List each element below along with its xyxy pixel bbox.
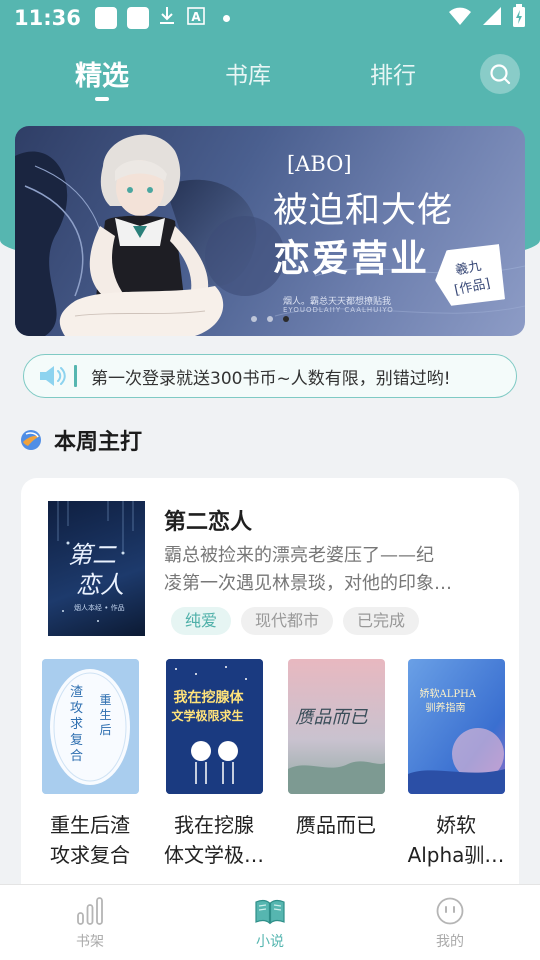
nav-bookshelf-label: 书架 (76, 934, 104, 950)
book-cover: 娇软ALPHA 驯养指南 (407, 659, 505, 794)
banner-tag: [ABO] (287, 152, 352, 176)
book-title-line2: Alpha驯… (407, 843, 505, 867)
book-cover: 我在挖腺体 文学极限求生 (165, 659, 263, 794)
tab-library[interactable]: 书库 (225, 56, 271, 90)
banner-pagination (251, 316, 289, 322)
banner-page-dot-active[interactable] (283, 316, 289, 322)
bottom-nav: 书架 小说 我的 (0, 884, 540, 960)
featured-book-description: 霸总被捡来的漂亮老婆压了——纪 凌第一次遇见林景琰，对他的印象… (164, 542, 494, 598)
text-a-icon: A (187, 6, 205, 30)
banner-title-line1: 被迫和大佬 (273, 191, 454, 231)
featured-book-title[interactable]: 第二恋人 (164, 504, 252, 536)
book-title: 娇软 Alpha驯… (401, 810, 511, 870)
book-cover-subtitle: 驯养指南 (425, 703, 466, 714)
wifi-icon (448, 6, 472, 31)
book-cover: 渣攻求复合 重生后 (41, 659, 139, 794)
book-list: 渣攻求复合 重生后 重生后渣 攻求复合 我在挖腺体 文学极限求生 我在挖腺 体文… (21, 659, 519, 879)
tag-status: 已完成 (343, 607, 420, 635)
featured-desc-line1: 霸总被捡来的漂亮老婆压了——纪 (164, 545, 434, 566)
book-item[interactable]: 娇软ALPHA 驯养指南 娇软 Alpha驯… (401, 659, 511, 870)
svg-text:A: A (191, 10, 201, 24)
book-cover-subtitle: 重生后 (99, 693, 112, 737)
book-cover-art (41, 659, 139, 794)
cell-signal-icon (482, 6, 502, 31)
book-item[interactable]: 赝品而已 赝品而已 (281, 659, 391, 840)
book-title: 我在挖腺 体文学极… (159, 810, 269, 870)
book-title-line2: 体文学极… (164, 843, 264, 867)
featured-desc-line2: 凌第一次遇见林景琰，对他的印象… (164, 573, 452, 594)
nav-novels-label: 小说 (256, 934, 284, 950)
nav-me-label: 我的 (436, 934, 464, 950)
book-item[interactable]: 我在挖腺体 文学极限求生 我在挖腺 体文学极… (159, 659, 269, 870)
book-title-line2: 攻求复合 (50, 843, 130, 867)
weekly-picks-card: 第二 恋人 烟人本经 • 作品 第二恋人 霸总被捡来的漂亮老婆压了——纪 凌第一… (21, 478, 519, 908)
face-icon (436, 897, 464, 925)
search-icon (490, 64, 511, 85)
featured-book-cover[interactable]: 第二 恋人 烟人本经 • 作品 (48, 501, 145, 636)
nav-me[interactable]: 我的 (400, 895, 500, 951)
banner-subtitle-latin: EYOUODLAIIY CAALHUIYO (283, 306, 394, 314)
open-book-icon (255, 900, 285, 925)
book-cover: 赝品而已 (287, 659, 385, 794)
nav-novels[interactable]: 小说 (220, 895, 320, 951)
top-tabs: 精选 书库 排行 (0, 50, 540, 110)
book-title-line1: 娇软 (436, 813, 476, 837)
banner-page-dot[interactable] (267, 316, 273, 322)
section-logo-icon (21, 430, 41, 450)
book-cover-subtitle: 文学极限求生 (171, 709, 244, 723)
book-cover-title: 渣攻求复合 (69, 685, 83, 764)
book-cover-art (407, 659, 505, 794)
tab-featured[interactable]: 精选 (75, 54, 129, 93)
book-cover-art (165, 659, 263, 794)
section-title: 本周主打 (54, 430, 143, 455)
status-time: 11:36 (14, 6, 81, 30)
book-item[interactable]: 渣攻求复合 重生后 重生后渣 攻求复合 (35, 659, 145, 870)
book-title: 重生后渣 攻求复合 (35, 810, 145, 870)
tab-ranking[interactable]: 排行 (370, 56, 416, 90)
book-cover-title: 娇软ALPHA (419, 689, 477, 700)
promo-banner[interactable]: [ABO] 被迫和大佬 恋爱营业 烟人。霸总天天都想撩贴我 EYOUODLAII… (15, 126, 525, 336)
announcement-divider (74, 365, 77, 387)
banner-page-dot[interactable] (251, 316, 257, 322)
banner-title-line2: 恋爱营业 (273, 236, 429, 280)
featured-book-tags: 纯爱 现代都市 已完成 (171, 607, 420, 635)
tab-active-indicator (95, 97, 109, 101)
speaker-icon (40, 366, 66, 386)
notification-icon (126, 7, 149, 29)
announcement-bar[interactable]: 第一次登录就送300书币~人数有限，别错过哟! (23, 354, 517, 398)
book-title: 赝品而已 (281, 810, 391, 840)
tag-category: 现代都市 (241, 607, 334, 635)
download-icon (159, 6, 175, 31)
book-title-line1: 赝品而已 (296, 813, 376, 837)
book-cover-title: 我在挖腺体 (173, 690, 244, 706)
tag-genre: 纯爱 (171, 607, 232, 635)
battery-charging-icon (512, 3, 526, 33)
status-bar: 11:36 A (0, 0, 540, 36)
status-dot-icon (222, 14, 230, 22)
section-header: 本周主打 (20, 424, 142, 456)
nav-bookshelf[interactable]: 书架 (40, 895, 140, 951)
book-title-line1: 重生后渣 (50, 813, 130, 837)
book-cover-title: 赝品而已 (295, 707, 368, 728)
book-title-line1: 我在挖腺 (174, 813, 254, 837)
announcement-text: 第一次登录就送300书币~人数有限，别错过哟! (91, 368, 451, 389)
search-button[interactable] (480, 54, 520, 94)
bar-chart-icon (77, 897, 103, 925)
featured-cover-author: 烟人本经 • 作品 (74, 604, 125, 612)
featured-cover-title2: 恋人 (76, 571, 124, 599)
notification-icon (94, 7, 117, 29)
